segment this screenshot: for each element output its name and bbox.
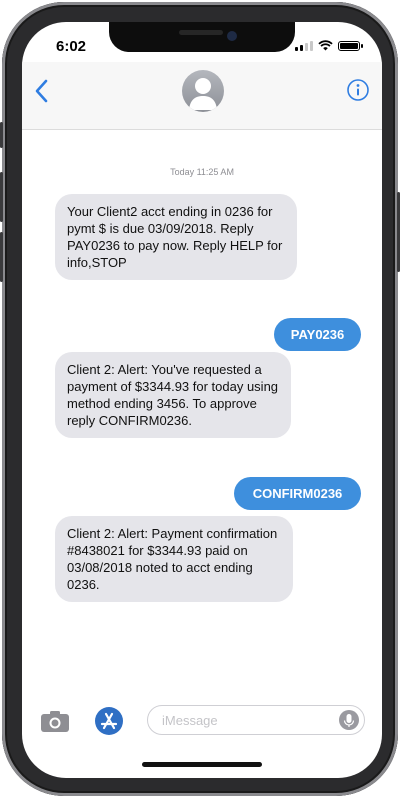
incoming-message: Your Client2 acct ending in 0236 for pym… [55,194,297,280]
volume-up-button [0,172,3,222]
volume-down-button [0,232,3,282]
status-time: 6:02 [56,38,87,55]
incoming-message: Client 2: Alert: Payment confirmation #8… [55,516,293,602]
signal-icon [295,40,313,51]
phone-frame: 6:02 Today 11:25 AM Your Client2 acct en… [0,2,400,796]
app-store-icon[interactable] [95,707,123,735]
status-icons [295,40,363,51]
contact-avatar[interactable] [182,70,224,112]
imessage-input[interactable] [147,705,365,735]
notch [109,22,295,52]
person-silhouette-icon [189,78,217,110]
wifi-icon [318,40,333,51]
outgoing-message: CONFIRM0236 [234,477,361,510]
phone-screen: 6:02 Today 11:25 AM Your Client2 acct en… [22,22,382,778]
info-circle-icon[interactable] [346,78,370,102]
speaker-grille [179,30,223,35]
incoming-message: Client 2: Alert: You've requested a paym… [55,352,291,438]
home-indicator[interactable] [142,762,262,767]
message-timestamp: Today 11:25 AM [170,167,234,177]
camera-icon[interactable] [40,709,70,733]
app-store-glyph [100,712,118,730]
silent-switch [0,122,3,148]
front-camera [227,31,237,41]
microphone-icon[interactable] [339,710,359,730]
outgoing-message: PAY0236 [274,318,361,351]
chevron-left-icon[interactable] [30,76,54,106]
conversation-header [22,62,382,130]
microphone-glyph [343,714,355,727]
battery-icon [338,40,363,51]
